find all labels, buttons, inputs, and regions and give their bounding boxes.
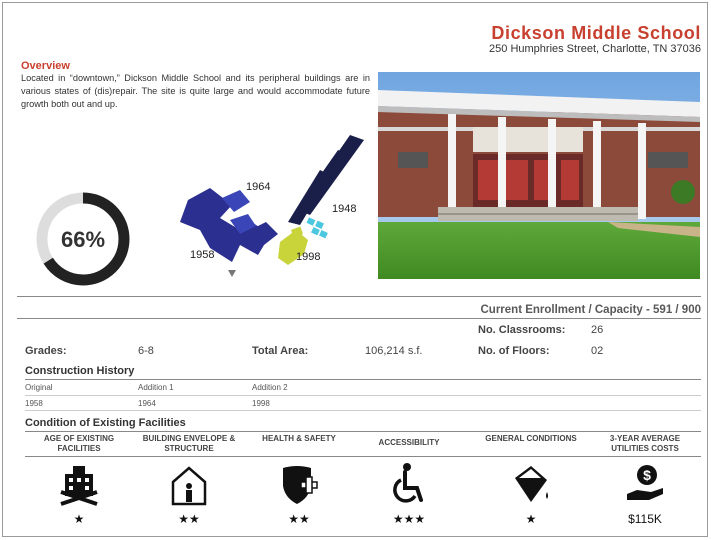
svg-text:$: $ (643, 467, 651, 483)
construction-header-addition-2: Addition 2 (252, 383, 288, 392)
label-1948: 1948 (332, 203, 356, 215)
divider (25, 379, 701, 380)
classrooms-label: No. Classrooms: (478, 324, 566, 336)
condition-rating-age: ★ (73, 512, 85, 526)
floors-value: 02 (591, 345, 604, 357)
total-area-label: Total Area: (252, 345, 309, 357)
total-area-value: 106,214 s.f. (365, 345, 423, 357)
condition-rating-envelope: ★★ (178, 512, 200, 526)
school-photo (378, 72, 700, 279)
building-age-icon (60, 466, 98, 506)
condition-rating-accessibility: ★★★ (392, 512, 426, 526)
condition-category-utilities: 3-YEAR AVERAGE UTILITIES COSTS (609, 434, 681, 453)
overview-text: Located in “downtown,” Dickson Middle Sc… (21, 73, 370, 109)
condition-donut-chart: 66% (36, 192, 130, 286)
school-name: Dickson Middle School (491, 23, 701, 43)
condition-rating-health: ★★ (288, 512, 310, 526)
condition-heading: Condition of Existing Facilities (25, 417, 186, 429)
divider (17, 318, 701, 319)
construction-header-addition-1: Addition 1 (138, 383, 174, 392)
condition-category-age: AGE OF EXISTING FACILITIES (43, 434, 115, 453)
divider (17, 296, 701, 297)
condition-category-accessibility: ACCESSIBILITY (378, 438, 440, 447)
wheelchair-icon (393, 463, 423, 503)
donut-percent-label: 66% (61, 227, 105, 252)
divider (25, 395, 701, 396)
floors-label: No. of Floors: (478, 345, 550, 357)
dollar-hand-icon: $ (627, 465, 663, 500)
condition-category-general: GENERAL CONDITIONS (485, 434, 577, 443)
label-1958: 1958 (190, 249, 214, 261)
paint-bucket-icon (515, 466, 548, 502)
condition-category-envelope: BUILDING ENVELOPE & STRUCTURE (142, 434, 236, 453)
construction-year-original: 1958 (25, 399, 43, 408)
condition-rating-general: ★ (525, 512, 537, 526)
grades-label: Grades: (25, 345, 67, 357)
house-person-icon (171, 466, 207, 506)
school-address: 250 Humphries Street, Charlotte, TN 3703… (489, 43, 701, 55)
divider (25, 410, 701, 411)
grades-value: 6-8 (138, 345, 154, 357)
overview-heading: Overview (21, 60, 70, 72)
label-1998: 1998 (296, 251, 320, 263)
site-plan-diagram: 1964 1948 1958 1998 (180, 135, 364, 277)
label-1964: 1964 (246, 181, 270, 193)
divider (25, 431, 701, 432)
construction-year-addition-1: 1964 (138, 399, 156, 408)
condition-category-health: HEALTH & SAFETY (262, 434, 336, 443)
shield-cross-icon (283, 466, 318, 504)
enrollment-capacity: Current Enrollment / Capacity - 591 / 90… (480, 304, 702, 316)
construction-year-addition-2: 1998 (252, 399, 270, 408)
construction-header-original: Original (25, 383, 53, 392)
divider (25, 456, 701, 457)
construction-history-heading: Construction History (25, 365, 135, 377)
building-annex (306, 217, 328, 239)
condition-rating-utilities: $115K (628, 512, 662, 526)
classrooms-value: 26 (591, 324, 604, 336)
north-arrow-icon (228, 270, 236, 277)
